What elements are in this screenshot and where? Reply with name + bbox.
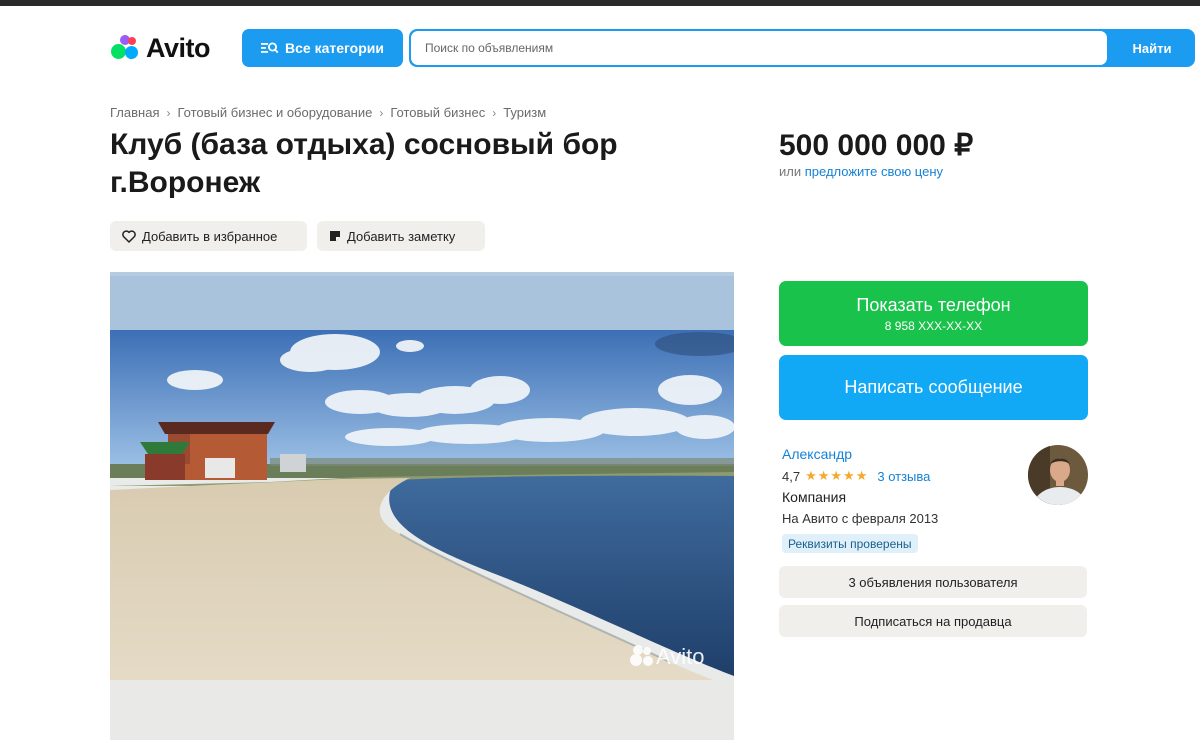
heart-icon	[122, 229, 136, 243]
photo-watermark-text: Avito	[656, 644, 705, 669]
window-top-bar	[0, 0, 1200, 6]
breadcrumb-item-tourism[interactable]: Туризм	[503, 105, 546, 120]
all-categories-button[interactable]: Все категории	[242, 29, 403, 67]
listing-price: 500 000 000 ₽	[779, 129, 974, 162]
search-input[interactable]	[411, 31, 1107, 65]
rating-value: 4,7	[782, 468, 801, 484]
breadcrumb: Главная › Готовый бизнес и оборудование …	[110, 105, 546, 120]
masked-phone: 8 958 XXX-XX-XX	[884, 318, 983, 333]
chevron-right-icon: ›	[379, 105, 384, 120]
search-button[interactable]: Найти	[1109, 29, 1195, 67]
avatar[interactable]	[1028, 445, 1088, 505]
offer-prefix: или	[779, 164, 802, 179]
chevron-right-icon: ›	[166, 105, 171, 120]
subscribe-seller-button[interactable]: Подписаться на продавца	[779, 605, 1087, 637]
offer-price-row: или предложите свою цену	[779, 164, 943, 179]
seller-avatar-icon	[1028, 445, 1088, 505]
show-phone-label: Показать телефон	[856, 294, 1011, 315]
page-title: Клуб (база отдыха) сосновый бор г.Вороне…	[110, 126, 710, 202]
logo-text: Avito	[146, 32, 211, 63]
avito-logo[interactable]: Avito	[110, 32, 211, 64]
seller-name[interactable]: Александр	[782, 446, 852, 462]
write-message-button[interactable]: Написать сообщение	[779, 355, 1088, 420]
chevron-right-icon: ›	[492, 105, 497, 120]
beach-lake-photo: Avito	[110, 272, 734, 740]
seller-listings-button[interactable]: 3 объявления пользователя	[779, 566, 1087, 598]
note-icon	[330, 231, 340, 241]
logo-dots-icon	[110, 34, 140, 62]
seller-rating: 4,7 ★★★★★ 3 отзыва	[782, 468, 930, 484]
add-note-label: Добавить заметку	[347, 228, 456, 244]
all-categories-label: Все категории	[285, 40, 384, 56]
show-phone-button[interactable]: Показать телефон 8 958 XXX-XX-XX	[779, 281, 1088, 346]
verified-badge: Реквизиты проверены	[782, 534, 918, 553]
seller-type: Компания	[782, 489, 847, 505]
breadcrumb-item-ready-business[interactable]: Готовый бизнес	[390, 105, 485, 120]
rating-stars-icon: ★★★★★	[805, 468, 869, 483]
add-to-favorites-label: Добавить в избранное	[142, 228, 278, 244]
add-to-favorites-button[interactable]: Добавить в избранное	[110, 221, 307, 251]
add-note-button[interactable]: Добавить заметку	[317, 221, 485, 251]
listing-photo[interactable]: Avito	[110, 272, 734, 740]
menu-search-icon	[261, 42, 279, 54]
title-line-1: Клуб (база отдыха) сосновый бор	[110, 128, 618, 161]
offer-price-link[interactable]: предложите свою цену	[805, 164, 943, 179]
seller-since: На Авито с февраля 2013	[782, 511, 939, 526]
search-bar: Найти	[409, 29, 1195, 67]
title-line-2: г.Воронеж	[110, 166, 261, 199]
breadcrumb-item-home[interactable]: Главная	[110, 105, 159, 120]
reviews-link[interactable]: 3 отзыва	[877, 469, 930, 484]
breadcrumb-item-business[interactable]: Готовый бизнес и оборудование	[177, 105, 372, 120]
